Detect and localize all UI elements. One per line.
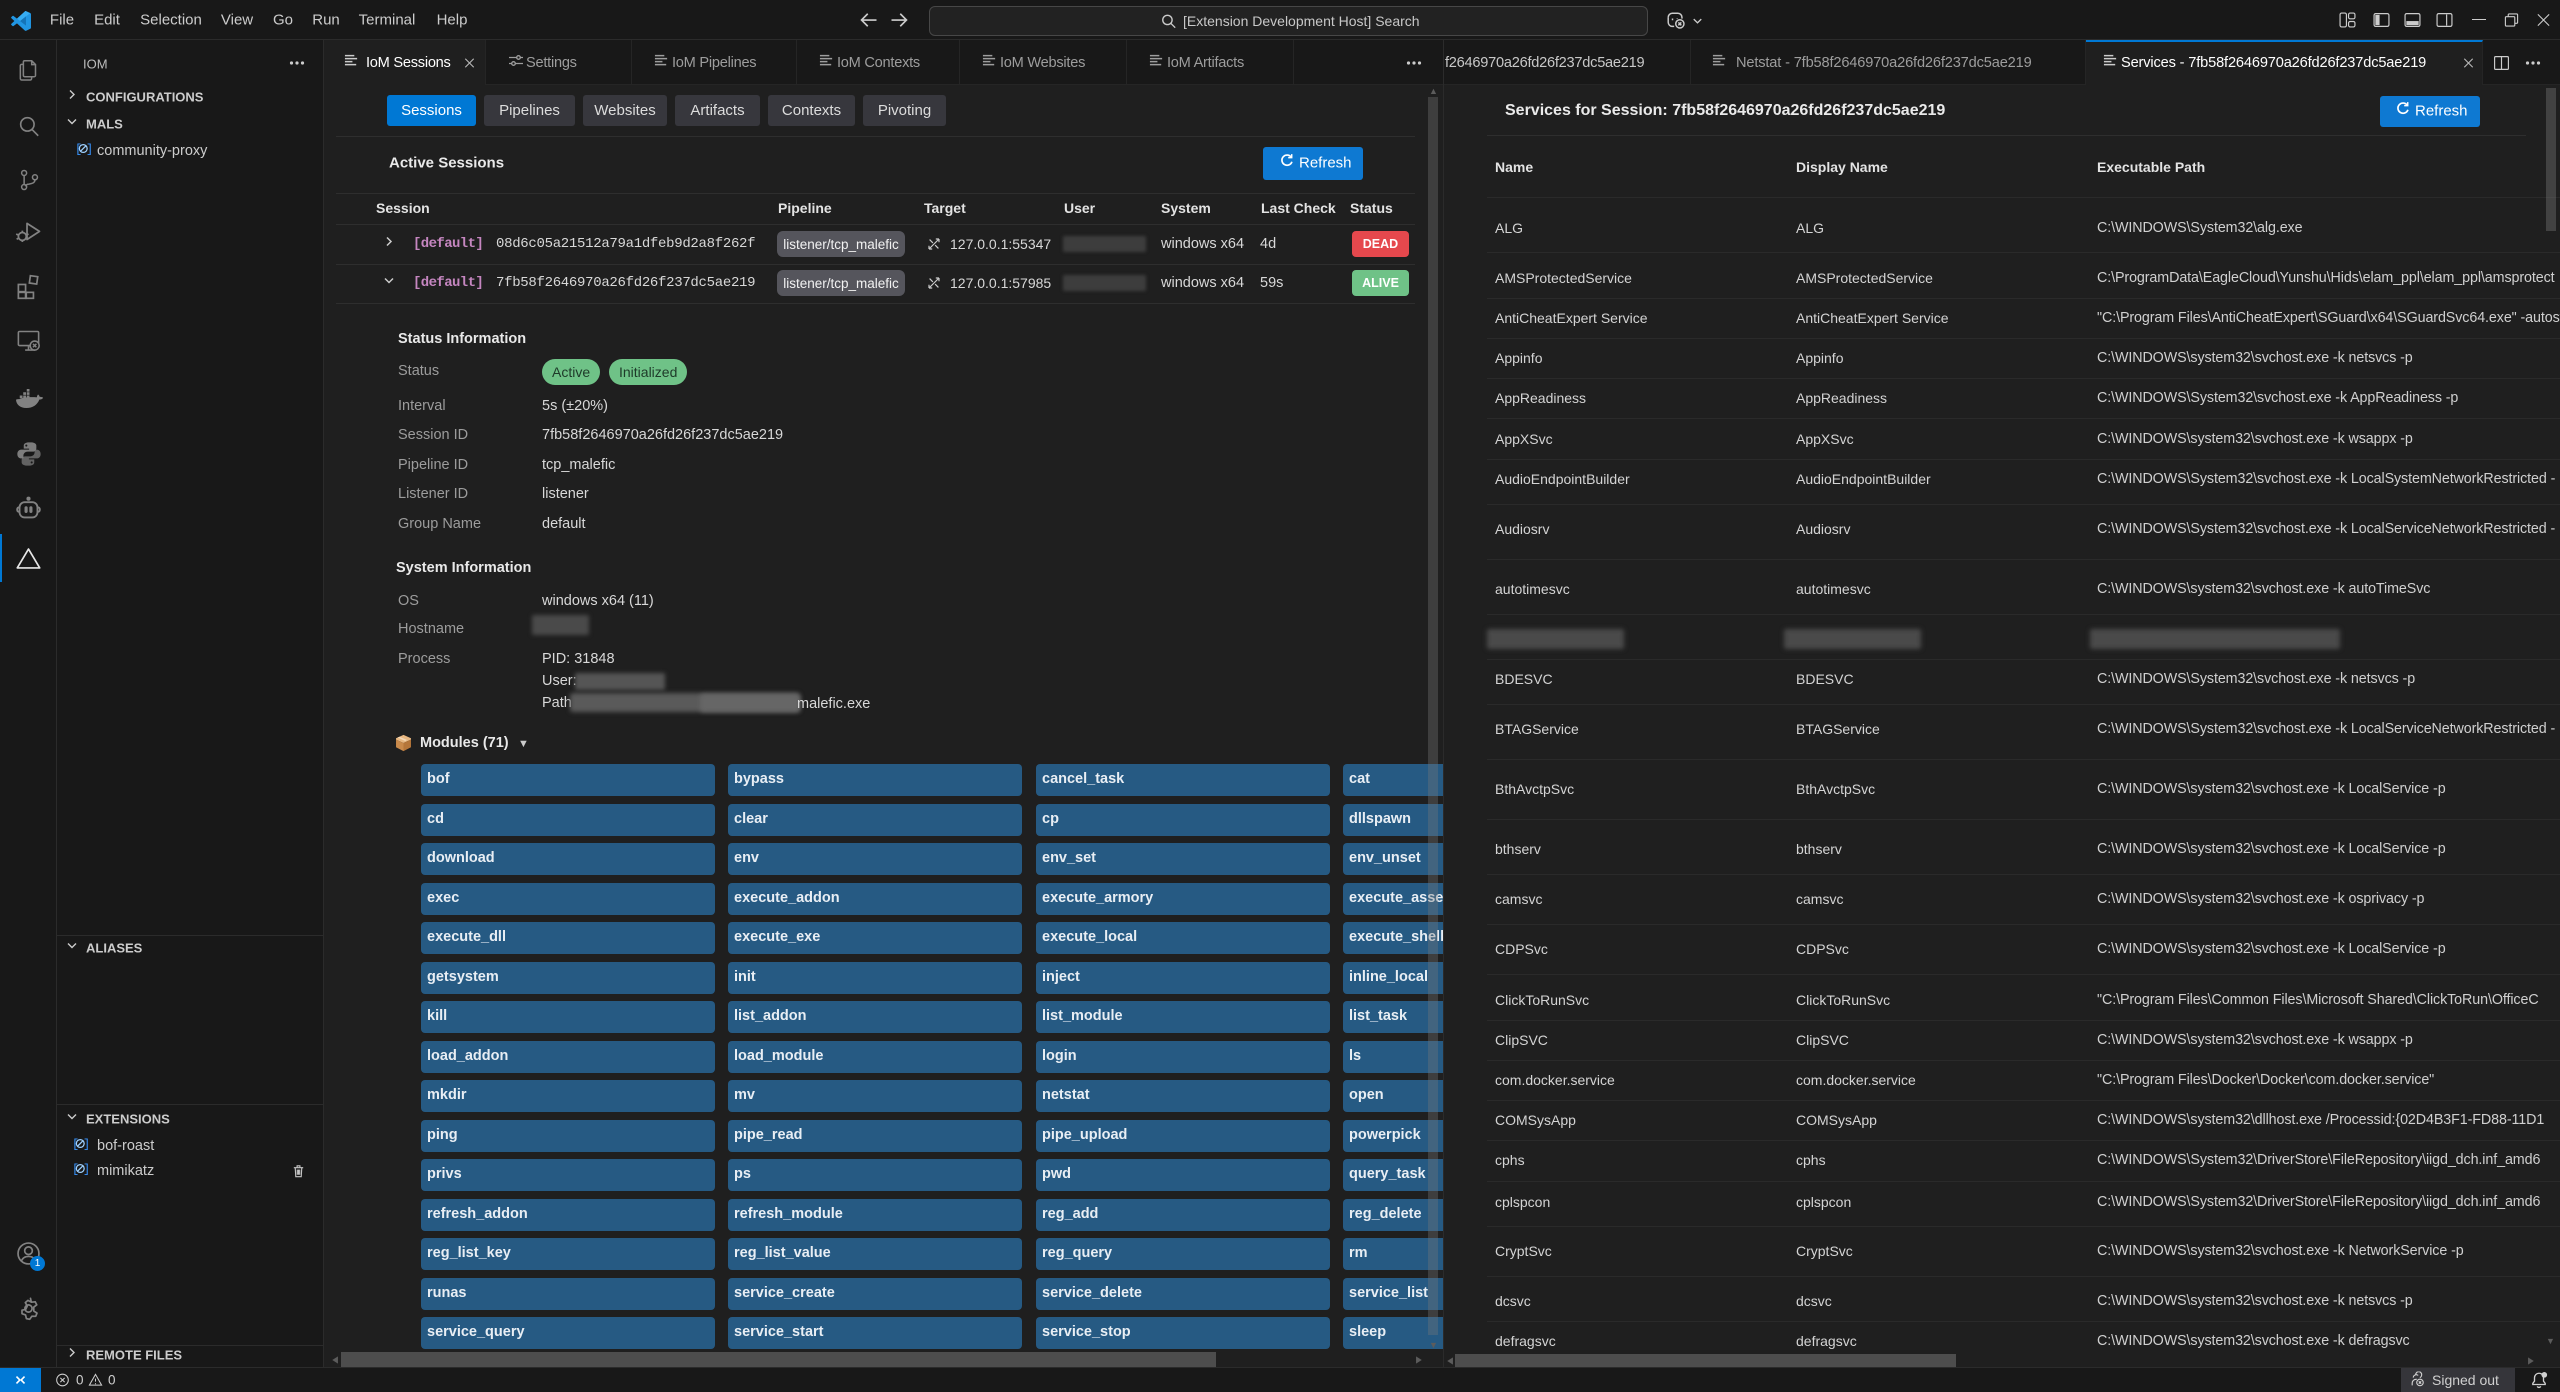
svg-text:[: [: [72, 1137, 79, 1151]
svg-text:]: ]: [83, 1137, 89, 1151]
svg-text:[: [: [72, 1162, 79, 1176]
svg-text:[: [: [75, 142, 82, 156]
svg-text:]: ]: [86, 142, 92, 156]
svg-text:]: ]: [83, 1162, 89, 1176]
